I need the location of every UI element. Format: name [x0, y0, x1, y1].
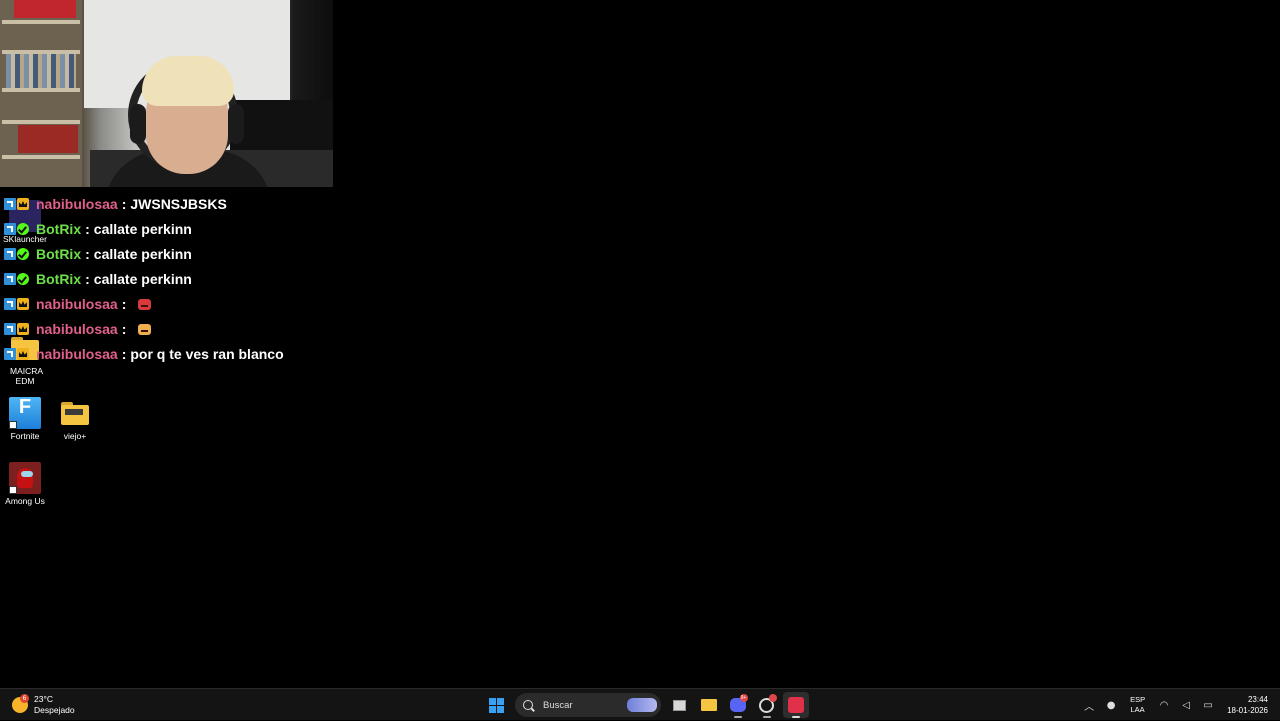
chat-text: por q te ves ran blanco [130, 346, 284, 362]
chat-message: nabibulosaa : [0, 293, 152, 315]
chat-message: BotRix : callate perkinn [0, 218, 192, 240]
chat-separator: : [121, 196, 127, 212]
chat-text: callate perkinn [93, 246, 192, 262]
desktop-icon-label: Among Us [5, 496, 45, 506]
start-button[interactable] [484, 692, 510, 718]
angry-emote-icon [138, 298, 152, 310]
streaming-app-icon [787, 697, 804, 713]
chat-message: BotRix : callate perkinn [0, 268, 192, 290]
chat-separator: : [85, 246, 90, 262]
chrome-notification-dot [768, 694, 777, 702]
taskbar: 6 23°C Despejado Buscar 9+ ︿ ● ESP LAA ◠… [0, 688, 1280, 720]
file-explorer-button[interactable] [696, 692, 722, 718]
chat-separator: : [121, 321, 127, 337]
discord-badge: 9+ [739, 694, 748, 702]
streaming-app-button[interactable] [782, 692, 809, 718]
desktop-icon-label: Fortnite [10, 431, 40, 441]
windows-logo-icon [489, 697, 504, 713]
headset-ear-right [228, 104, 244, 144]
desktop-icon-label: MAICRA EDM [10, 366, 44, 386]
clock[interactable]: 23:44 18-01-2026 [1227, 694, 1268, 716]
crown-icon [17, 198, 29, 210]
volume-icon[interactable]: ◁ [1178, 697, 1194, 713]
laughing-emote-icon [138, 323, 152, 335]
chat-username: BotRix [36, 246, 82, 262]
language-indicator[interactable]: ESP LAA [1130, 695, 1145, 715]
among-us-icon [9, 462, 41, 494]
weather-temp: 23°C [34, 694, 53, 704]
weather-badge: 6 [20, 694, 29, 703]
task-view-button[interactable] [667, 692, 693, 718]
chat-message: nabibulosaa : JWSNSJBSKS [0, 193, 227, 215]
file-explorer-icon [700, 699, 717, 711]
verified-icon [17, 273, 29, 285]
weather-sun-icon: 6 [12, 694, 29, 713]
mod-icon [4, 223, 16, 235]
keyboard-layout: LAA [1130, 705, 1145, 714]
chat-separator: : [121, 296, 127, 312]
chat-username: nabibulosaa [36, 196, 118, 212]
clock-time: 23:44 [1247, 695, 1268, 704]
task-view-icon [673, 699, 686, 711]
search-icon [523, 700, 533, 710]
chat-username: BotRix [36, 221, 82, 237]
chat-message: nabibulosaa : [0, 318, 152, 340]
verified-icon [17, 223, 29, 235]
streamer-hair [142, 56, 234, 106]
mod-icon [4, 348, 16, 360]
chat-message: nabibulosaa : por q te ves ran blanco [0, 343, 284, 365]
desktop-icon-among-us[interactable]: Among Us [0, 462, 53, 506]
crown-icon [17, 323, 29, 335]
desktop-icon-fortnite[interactable]: Fortnite [0, 397, 53, 441]
weather-condition: Despejado [34, 705, 75, 715]
desktop-icon-label: viejo+ [63, 431, 87, 441]
taskbar-search[interactable]: Buscar [515, 693, 661, 717]
search-highlight-icon [627, 698, 657, 712]
chat-separator: : [121, 346, 127, 362]
mod-icon [4, 248, 16, 260]
mod-icon [4, 298, 16, 310]
mod-icon [4, 323, 16, 335]
chevron-up-icon[interactable]: ︿ [1081, 697, 1097, 713]
system-tray: ︿ ● ESP LAA ◠ ◁ ▭ 23:44 18-01-2026 [1078, 689, 1280, 721]
chat-username: BotRix [36, 271, 82, 287]
chat-separator: : [85, 221, 90, 237]
crown-icon [17, 348, 29, 360]
wifi-icon[interactable]: ◠ [1156, 697, 1172, 713]
chat-username: nabibulosaa [36, 321, 118, 337]
mod-icon [4, 273, 16, 285]
chat-text: callate perkinn [93, 271, 192, 287]
clock-date: 18-01-2026 [1227, 706, 1268, 715]
battery-icon[interactable]: ▭ [1200, 697, 1216, 713]
webcam-overlay [0, 0, 333, 187]
folder-icon [59, 397, 91, 429]
language-code: ESP [1130, 695, 1146, 704]
desktop-icon-viejo[interactable]: viejo+ [47, 397, 103, 441]
mod-icon [4, 198, 16, 210]
chat-username: nabibulosaa [36, 346, 118, 362]
headset-ear-left [130, 104, 146, 144]
microphone-icon[interactable]: ● [1103, 697, 1119, 713]
verified-icon [17, 248, 29, 260]
chat-message: BotRix : callate perkinn [0, 243, 192, 265]
bookshelf [0, 0, 82, 187]
chat-text: callate perkinn [93, 221, 192, 237]
search-label: Buscar [543, 699, 573, 711]
chat-separator: : [85, 271, 90, 287]
chrome-button[interactable] [754, 692, 780, 718]
weather-widget[interactable]: 6 23°C Despejado [12, 693, 75, 717]
taskbar-apps: Buscar 9+ [482, 692, 810, 718]
discord-button[interactable]: 9+ [725, 692, 751, 718]
chat-username: nabibulosaa [36, 296, 118, 312]
fortnite-icon [9, 397, 41, 429]
chat-text: JWSNSJBSKS [130, 196, 227, 212]
crown-icon [17, 298, 29, 310]
